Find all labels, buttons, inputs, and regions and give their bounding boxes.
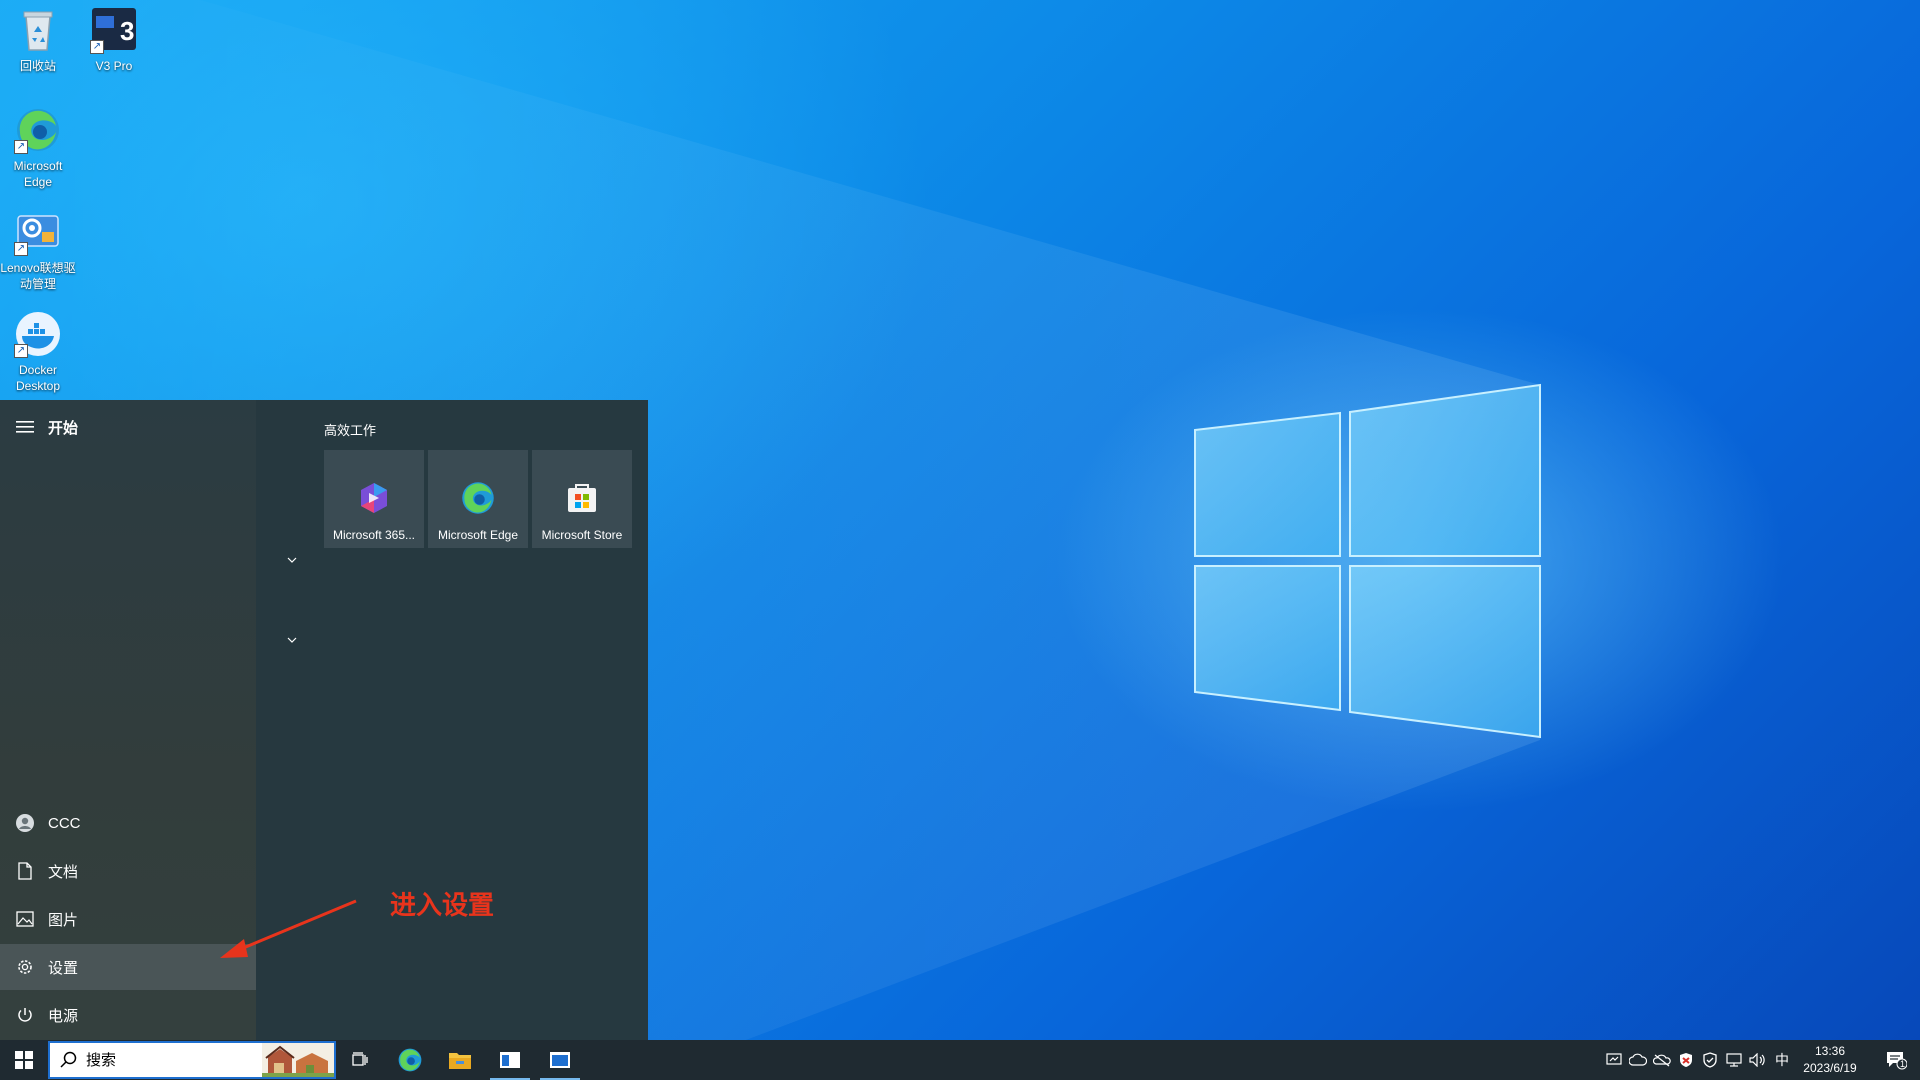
recycle-bin-icon	[14, 6, 62, 54]
windows-logo-icon	[15, 1051, 33, 1069]
taskbar: 中 13:36 2023/6/19 1	[0, 1040, 1920, 1080]
start-item-label: CCC	[48, 814, 81, 832]
start-item-label: 文档	[48, 863, 79, 881]
window-app-icon	[500, 1052, 520, 1068]
tile-label: Microsoft Edge	[437, 528, 519, 542]
svg-text:3: 3	[120, 16, 134, 46]
taskbar-app-1[interactable]	[486, 1040, 534, 1080]
tray-security-icon[interactable]	[1676, 1050, 1696, 1070]
clock-date: 2023/6/19	[1803, 1061, 1857, 1075]
tile-microsoft-edge[interactable]: Microsoft Edge	[428, 450, 528, 548]
tray-network-monitor-icon[interactable]	[1604, 1050, 1624, 1070]
document-icon	[14, 860, 36, 882]
tray-volume-icon[interactable]	[1748, 1050, 1768, 1070]
search-input[interactable]	[86, 1051, 246, 1069]
start-item-documents[interactable]: 文档	[0, 848, 256, 894]
edge-icon	[460, 480, 496, 516]
tile-microsoft-365[interactable]: Microsoft 365...	[324, 450, 424, 548]
tile-label: Microsoft 365...	[332, 528, 416, 542]
start-button[interactable]	[0, 1040, 48, 1080]
start-header-label: 开始	[48, 419, 79, 437]
taskbar-file-explorer[interactable]	[436, 1040, 484, 1080]
shortcut-arrow-icon: ↗	[14, 140, 28, 154]
chevron-down-icon[interactable]	[284, 632, 300, 648]
start-item-user[interactable]: CCC	[0, 800, 256, 846]
chevron-down-icon[interactable]	[284, 552, 300, 568]
hamburger-icon	[14, 416, 36, 438]
annotation-label: 进入设置	[390, 891, 495, 921]
start-header-button[interactable]: 开始	[0, 404, 256, 450]
taskbar-app-2[interactable]	[536, 1040, 584, 1080]
lenovo-driver-icon: ↗	[14, 208, 62, 256]
v3-pro-icon: 3 ↗	[90, 6, 138, 54]
shortcut-arrow-icon: ↗	[90, 40, 104, 54]
window-app-icon	[550, 1052, 570, 1068]
desktop-icon-label: Docker Desktop	[15, 363, 61, 393]
start-item-label: 电源	[48, 1007, 79, 1025]
folder-icon	[449, 1053, 471, 1069]
tile-microsoft-store[interactable]: Microsoft Store	[532, 450, 632, 548]
gear-icon	[14, 956, 36, 978]
taskbar-search[interactable]	[48, 1041, 336, 1079]
edge-icon: ↗	[14, 106, 62, 154]
clock-time: 13:36	[1814, 1044, 1846, 1058]
notification-count: 1	[1900, 1059, 1906, 1069]
desktop-icon-docker[interactable]: ↗ Docker Desktop	[0, 310, 76, 394]
taskbar-edge[interactable]	[386, 1040, 434, 1080]
edge-icon	[398, 1048, 422, 1072]
desktop-icon-label: 回收站	[19, 59, 56, 73]
tray-shield-icon[interactable]	[1700, 1050, 1720, 1070]
tile-label: Microsoft Store	[541, 528, 623, 542]
store-icon	[564, 480, 600, 516]
desktop-icon-label: Lenovo联想驱动管理	[0, 261, 76, 291]
desktop-icon-lenovo-driver[interactable]: ↗ Lenovo联想驱动管理	[0, 208, 76, 292]
start-item-label: 设置	[48, 959, 79, 977]
action-center-button[interactable]: 1	[1872, 1040, 1920, 1080]
tray-ime-indicator[interactable]: 中	[1772, 1050, 1792, 1070]
microsoft-365-icon	[356, 480, 392, 516]
tray-onedrive-icon[interactable]	[1652, 1050, 1672, 1070]
start-item-power[interactable]: 电源	[0, 992, 256, 1038]
user-icon	[14, 812, 36, 834]
shortcut-arrow-icon: ↗	[14, 242, 28, 256]
task-view-icon	[352, 1052, 368, 1066]
tray-cloud-icon[interactable]	[1628, 1050, 1648, 1070]
start-item-label: 图片	[48, 911, 79, 929]
taskbar-task-view[interactable]	[336, 1040, 384, 1080]
search-highlight-illustration	[262, 1043, 334, 1077]
power-icon	[14, 1004, 36, 1026]
tray-network-icon[interactable]	[1724, 1050, 1744, 1070]
docker-icon: ↗	[14, 310, 62, 358]
annotation-arrow	[220, 899, 357, 958]
shortcut-arrow-icon: ↗	[14, 344, 28, 358]
desktop-icon-label: V3 Pro	[95, 59, 133, 73]
desktop-icon-v3-pro[interactable]: 3 ↗ V3 Pro	[76, 6, 152, 74]
desktop-icon-edge[interactable]: ↗ Microsoft Edge	[0, 106, 76, 190]
pictures-icon	[14, 908, 36, 930]
tile-group-title: 高效工作	[324, 423, 377, 438]
search-icon	[60, 1051, 77, 1068]
desktop-icon-recycle-bin[interactable]: 回收站	[0, 6, 76, 74]
desktop-icon-label: Microsoft Edge	[13, 159, 63, 189]
taskbar-clock[interactable]: 13:36 2023/6/19	[1790, 1043, 1870, 1077]
